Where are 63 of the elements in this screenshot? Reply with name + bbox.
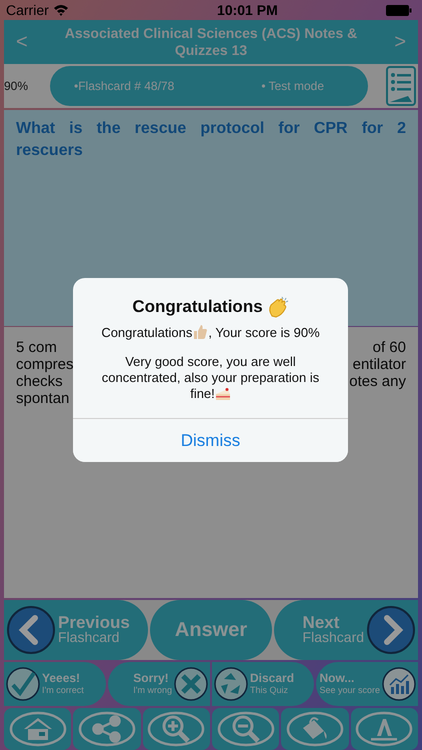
thumbs-up-icon <box>192 324 208 340</box>
list-icon[interactable] <box>386 66 416 106</box>
button-title: Discard <box>250 672 294 684</box>
recycle-icon <box>214 667 248 701</box>
score-message: , Your score is 90% <box>208 324 320 340</box>
previous-flashcard-button[interactable]: Previous Flashcard <box>4 600 148 660</box>
previous-chapter-link[interactable]: < <box>4 30 40 54</box>
font-button[interactable] <box>350 708 418 750</box>
score-percent: 90% <box>4 79 30 93</box>
wifi-icon <box>52 4 69 16</box>
dismiss-button[interactable]: Dismiss <box>73 418 348 462</box>
score-message: Congratulations <box>101 324 192 340</box>
next-chapter-link[interactable]: > <box>382 30 418 54</box>
wrong-button[interactable]: Sorry! I'm wrong <box>108 662 210 706</box>
mode-label: • Test mode <box>261 79 324 93</box>
share-button[interactable] <box>73 708 141 750</box>
cross-icon <box>174 667 208 701</box>
alert-title: Congratulations <box>132 297 263 317</box>
button-title: Yeees! <box>42 672 82 684</box>
button-title: Next <box>302 615 340 630</box>
chart-icon <box>382 667 416 701</box>
paint-bucket-button[interactable] <box>281 708 349 750</box>
discard-button[interactable]: Discard This Quiz <box>212 662 314 706</box>
clapping-hands-icon <box>266 296 289 318</box>
share-icon <box>78 711 136 747</box>
button-title: Now... <box>319 672 356 684</box>
flashcard-counter: •Flashcard # 48/78 <box>74 79 174 93</box>
button-subtitle: See your score <box>319 684 380 696</box>
question-text: What is the rescue protocol for CPR for 2 rescuers <box>16 119 406 161</box>
zoom-in-icon <box>147 711 206 747</box>
home-icon <box>8 711 67 747</box>
button-subtitle: Flashcard <box>302 630 364 645</box>
score-button[interactable]: Now... See your score <box>316 662 418 706</box>
check-icon <box>6 667 40 701</box>
chapter-title: Associated Clinical Sciences (ACS) Notes & Quizzes 13 <box>64 25 358 59</box>
cake-icon <box>214 387 231 401</box>
answer-text: compres <box>16 356 74 373</box>
clock-time: 10:01 PM <box>216 2 278 18</box>
button-title: Answer <box>174 618 248 642</box>
answer-text: 5 com <box>16 339 57 356</box>
button-title: Sorry! <box>133 672 170 684</box>
paint-bucket-icon <box>286 711 344 747</box>
zoom-out-button[interactable] <box>212 708 280 750</box>
answer-button[interactable]: Answer <box>150 600 272 660</box>
button-subtitle: Flashcard <box>58 630 120 645</box>
carrier-label: Carrier <box>6 2 49 18</box>
home-button[interactable] <box>4 708 72 750</box>
answer-text: of 60 <box>372 339 406 356</box>
letter-icon <box>355 711 414 747</box>
alert-message: fine! <box>190 386 215 402</box>
answer-text: entilator <box>352 356 406 373</box>
button-subtitle: This Quiz <box>250 684 290 696</box>
button-subtitle: I'm wrong <box>133 684 172 696</box>
answer-text: spontan <box>16 390 70 407</box>
battery-icon <box>386 4 412 16</box>
zoom-in-button[interactable] <box>142 708 210 750</box>
button-subtitle: I'm correct <box>42 684 84 696</box>
answer-text: otes any <box>349 373 406 390</box>
zoom-out-icon <box>216 711 275 747</box>
answer-text: checks <box>16 373 63 390</box>
next-flashcard-button[interactable]: Next Flashcard <box>274 600 418 660</box>
correct-button[interactable]: Yeees! I'm correct <box>4 662 106 706</box>
button-title: Previous <box>58 615 130 630</box>
